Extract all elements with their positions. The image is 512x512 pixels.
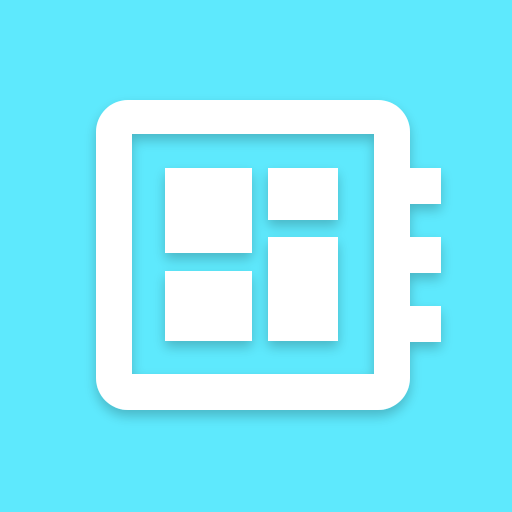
- dashboard-tile-bottom-right: [268, 237, 338, 341]
- app-icon-canvas: [0, 0, 512, 512]
- notebook-frame: [96, 100, 410, 410]
- binder-tab-middle: [404, 237, 441, 273]
- dashboard-tile-top-left: [165, 168, 252, 253]
- dashboard-tile-top-right: [268, 168, 338, 220]
- dashboard-tile-bottom-left: [165, 271, 252, 341]
- icon-glyph-group: [96, 100, 441, 410]
- binder-tab-top: [404, 168, 441, 204]
- dashboard-notebook-icon: [96, 100, 441, 410]
- binder-tab-bottom: [404, 306, 441, 342]
